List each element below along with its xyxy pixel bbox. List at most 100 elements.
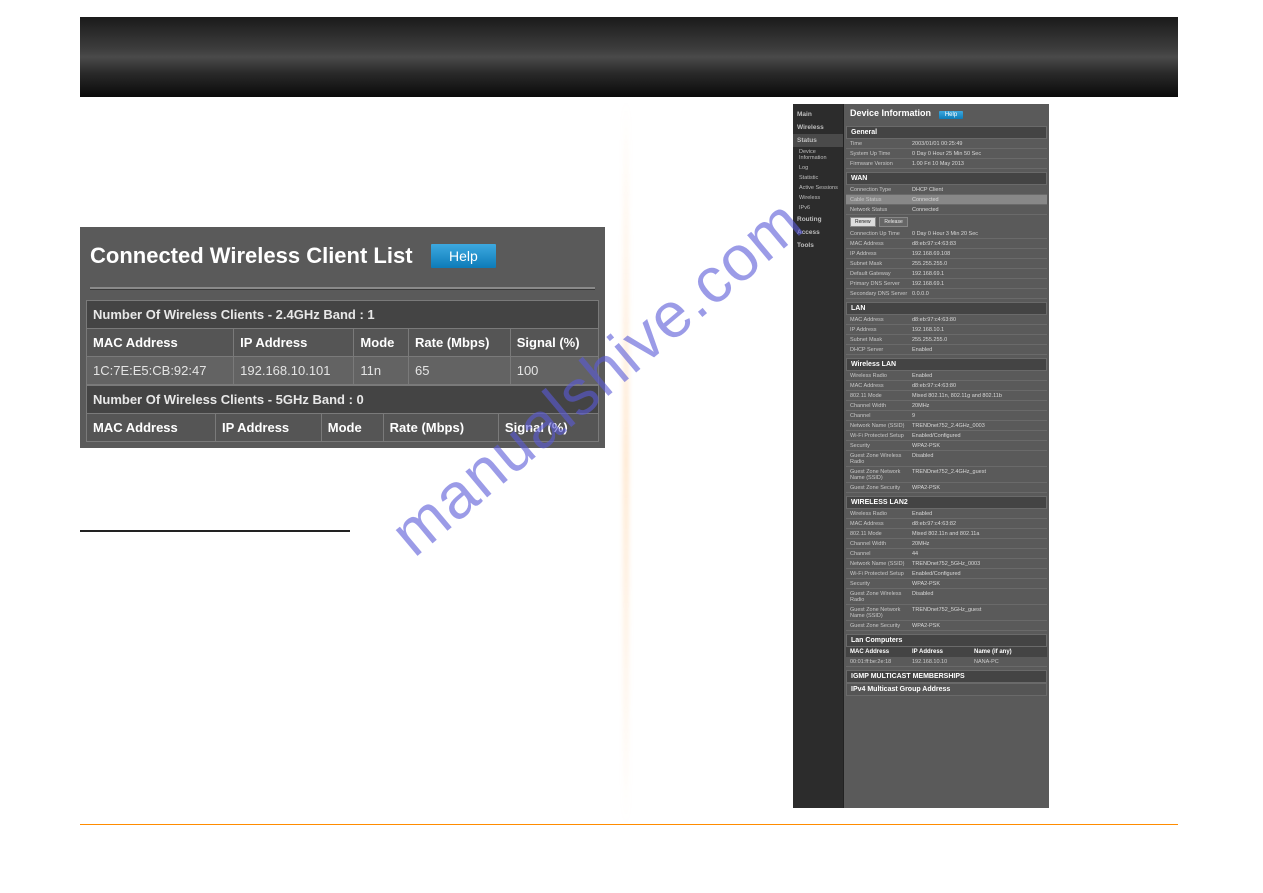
sidebar-item-tools[interactable]: Tools: [793, 239, 843, 252]
value-guest-ssid: TRENDnet752_2.4GHz_guest: [912, 469, 1043, 481]
igmp-sub: IPv4 Multicast Group Address: [846, 683, 1047, 696]
label-firmware: Firmware Version: [850, 161, 912, 167]
value-wan-ip: 192.168.69.108: [912, 251, 1043, 257]
value-lan-ip: 192.168.10.1: [912, 327, 1043, 333]
section-igmp: IGMP MULTICAST MEMBERSHIPS: [846, 670, 1047, 683]
help-button[interactable]: Help: [431, 244, 496, 268]
label-guest-sec2: Guest Zone Security: [850, 623, 912, 629]
section-wlan: Wireless LAN: [846, 358, 1047, 371]
label-radio: Wireless Radio: [850, 373, 912, 379]
value-time: 2003/01/01 00:25:49: [912, 141, 1043, 147]
label-guest-ssid: Guest Zone Network Name (SSID): [850, 469, 912, 481]
renew-button[interactable]: Renew: [850, 217, 876, 227]
cell-signal: 100: [510, 357, 598, 385]
sidebar-sub-active-sessions[interactable]: Active Sessions: [793, 183, 843, 193]
cell-name: NANA-PC: [974, 659, 1043, 665]
value-guest-radio: Disabled: [912, 453, 1043, 465]
value-radio: Enabled: [912, 373, 1043, 379]
label-security2: Security: [850, 581, 912, 587]
label-ssid: Network Name (SSID): [850, 423, 912, 429]
value-conntype: DHCP Client: [912, 187, 1043, 193]
sidebar-item-main[interactable]: Main: [793, 108, 843, 121]
value-wlan2-mac: d8:eb:97:c4:63:82: [912, 521, 1043, 527]
label-conntype: Connection Type: [850, 187, 912, 193]
label-dns1: Primary DNS Server: [850, 281, 912, 287]
col-name: Name (if any): [974, 649, 1043, 655]
col-ip: IP Address: [215, 414, 321, 442]
value-lan-mask: 255.255.255.0: [912, 337, 1043, 343]
label-security: Security: [850, 443, 912, 449]
sidebar-sub-ipv6[interactable]: IPv6: [793, 203, 843, 213]
band-5-header: Number Of Wireless Clients - 5GHz Band :…: [87, 386, 599, 414]
label-cable: Cable Status: [850, 197, 912, 203]
cell-mac: 1C:7E:E5:CB:92:47: [87, 357, 234, 385]
value-chwidth2: 20MHz: [912, 541, 1043, 547]
value-wps2: Enabled/Configured: [912, 571, 1043, 577]
value-radio2: Enabled: [912, 511, 1043, 517]
release-button[interactable]: Release: [879, 217, 907, 227]
label-guest-radio2: Guest Zone Wireless Radio: [850, 591, 912, 603]
col-rate: Rate (Mbps): [409, 329, 511, 357]
glow-line: [625, 100, 627, 825]
value-uptime: 0 Day 0 Hour 25 Min 50 Sec: [912, 151, 1043, 157]
sidebar-item-wireless[interactable]: Wireless: [793, 121, 843, 134]
label-wan-gw: Default Gateway: [850, 271, 912, 277]
sidebar-item-routing[interactable]: Routing: [793, 213, 843, 226]
label-dns2: Secondary DNS Server: [850, 291, 912, 297]
value-cable: Connected: [912, 197, 1043, 203]
value-ssid: TRENDnet752_2.4GHz_0003: [912, 423, 1043, 429]
col-ip: IP Address: [912, 649, 974, 655]
section-general: General: [846, 126, 1047, 139]
label-conn-uptime: Connection Up Time: [850, 231, 912, 237]
col-signal: Signal (%): [498, 414, 598, 442]
value-mode: Mixed 802.11n, 802.11g and 802.11b: [912, 393, 1043, 399]
sidebar-item-access[interactable]: Access: [793, 226, 843, 239]
footer-line: [80, 824, 1178, 825]
cell-ip: 192.168.10.10: [912, 659, 974, 665]
value-mode2: Mixed 802.11n and 802.11a: [912, 531, 1043, 537]
value-wps: Enabled/Configured: [912, 433, 1043, 439]
sidebar-sub-statistic[interactable]: Statistic: [793, 173, 843, 183]
label-wan-ip: IP Address: [850, 251, 912, 257]
value-wlan-mac: d8:eb:97:c4:63:80: [912, 383, 1043, 389]
label-ssid2: Network Name (SSID): [850, 561, 912, 567]
value-guest-sec: WPA2-PSK: [912, 485, 1043, 491]
col-mac: MAC Address: [87, 414, 216, 442]
panel-title: Connected Wireless Client List: [90, 243, 413, 268]
value-guest-sec2: WPA2-PSK: [912, 623, 1043, 629]
value-lan-mac: d8:eb:97:c4:63:80: [912, 317, 1043, 323]
sidebar: Main Wireless Status Device Information …: [793, 104, 844, 808]
value-security: WPA2-PSK: [912, 443, 1043, 449]
page-title: Device Information: [850, 108, 931, 118]
section-underline: [80, 530, 350, 532]
label-guest-radio: Guest Zone Wireless Radio: [850, 453, 912, 465]
label-dhcp: DHCP Server: [850, 347, 912, 353]
col-mac: MAC Address: [87, 329, 234, 357]
help-button-small[interactable]: Help: [939, 111, 963, 119]
value-dhcp: Enabled: [912, 347, 1043, 353]
label-wps: Wi-Fi Protected Setup: [850, 433, 912, 439]
label-mode2: 802.11 Mode: [850, 531, 912, 537]
value-dns1: 192.168.69.1: [912, 281, 1043, 287]
value-network: Connected: [912, 207, 1043, 213]
col-mac: MAC Address: [850, 649, 912, 655]
sidebar-sub-wireless[interactable]: Wireless: [793, 193, 843, 203]
value-firmware: 1.00 Fri 10 May 2013: [912, 161, 1043, 167]
col-signal: Signal (%): [510, 329, 598, 357]
value-guest-ssid2: TRENDnet752_5GHz_guest: [912, 607, 1043, 619]
sidebar-item-status[interactable]: Status: [793, 134, 843, 147]
label-guest-sec: Guest Zone Security: [850, 485, 912, 491]
sidebar-sub-log[interactable]: Log: [793, 163, 843, 173]
value-ssid2: TRENDnet752_5GHz_0003: [912, 561, 1043, 567]
value-conn-uptime: 0 Day 0 Hour 3 Min 20 Sec: [912, 231, 1043, 237]
sidebar-sub-device-info[interactable]: Device Information: [793, 147, 843, 163]
wireless-client-panel: Connected Wireless Client List Help Numb…: [80, 227, 605, 448]
cell-rate: 65: [409, 357, 511, 385]
value-wan-mac: d8:eb:97:c4:63:83: [912, 241, 1043, 247]
value-channel: 9: [912, 413, 1043, 419]
label-lan-mask: Subnet Mask: [850, 337, 912, 343]
table-row: 00:01:ff:be:2e:18 192.168.10.10 NANA-PC: [846, 657, 1047, 667]
col-ip: IP Address: [234, 329, 354, 357]
cell-mac: 00:01:ff:be:2e:18: [850, 659, 912, 665]
value-wan-gw: 192.168.69.1: [912, 271, 1043, 277]
